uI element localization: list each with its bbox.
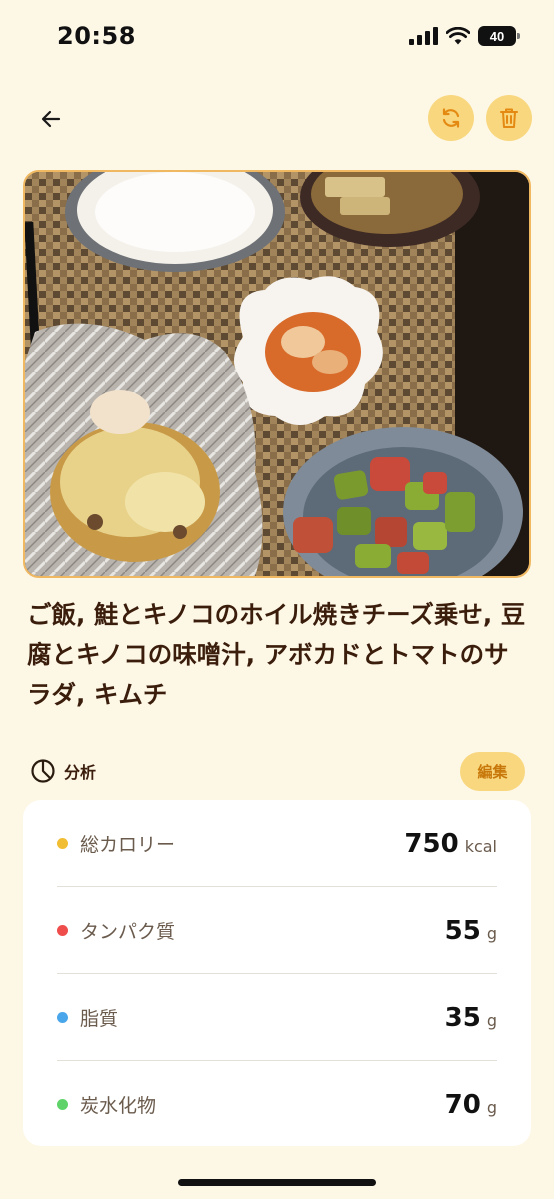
nutrition-row-fat: 脂質 35 g <box>57 974 497 1061</box>
fat-unit: g <box>486 1011 497 1030</box>
wifi-icon <box>446 27 470 45</box>
nutrition-row-calories: 総カロリー 750 kcal <box>57 800 497 887</box>
pie-chart-icon <box>31 759 55 783</box>
calories-dot <box>57 838 68 849</box>
meal-photo <box>23 170 531 578</box>
status-time: 20:58 <box>57 22 136 50</box>
analysis-label: 分析 <box>64 763 97 782</box>
edit-button[interactable]: 編集 <box>460 752 525 791</box>
fat-value: 35 <box>444 1002 481 1033</box>
calories-unit: kcal <box>464 837 497 856</box>
protein-unit: g <box>486 924 497 943</box>
back-button[interactable] <box>33 101 69 137</box>
battery-level: 40 <box>489 28 505 44</box>
arrow-left-icon <box>41 110 61 128</box>
analysis-header: 分析 <box>30 758 96 784</box>
carbs-value: 70 <box>444 1089 481 1120</box>
nutrition-row-carbs: 炭水化物 70 g <box>57 1061 497 1148</box>
delete-button[interactable] <box>486 95 532 141</box>
refresh-button[interactable] <box>428 95 474 141</box>
protein-value: 55 <box>444 915 481 946</box>
calories-label: 総カロリー <box>80 834 176 856</box>
nutrition-card: 総カロリー 750 kcal タンパク質 55 g 脂質 35 g 炭水化物 7… <box>23 800 531 1146</box>
fat-label: 脂質 <box>80 1008 119 1030</box>
meal-title: ご飯, 鮭とキノコのホイル焼きチーズ乗せ, 豆腐とキノコの味噌汁, アボカドとト… <box>27 600 526 709</box>
fat-dot <box>57 1012 68 1023</box>
home-indicator[interactable] <box>178 1179 376 1186</box>
status-icons: 40 <box>409 26 520 46</box>
carbs-dot <box>57 1099 68 1110</box>
refresh-icon <box>442 108 460 128</box>
carbs-label: 炭水化物 <box>80 1095 157 1117</box>
carbs-unit: g <box>486 1098 497 1117</box>
battery-icon: 40 <box>478 26 520 46</box>
nutrition-row-protein: タンパク質 55 g <box>57 887 497 974</box>
calories-value: 750 <box>404 828 459 859</box>
status-bar: 20:58 40 <box>0 0 554 70</box>
trash-icon <box>500 108 518 128</box>
signal-icon <box>409 27 438 45</box>
protein-label: タンパク質 <box>80 921 176 943</box>
protein-dot <box>57 925 68 936</box>
